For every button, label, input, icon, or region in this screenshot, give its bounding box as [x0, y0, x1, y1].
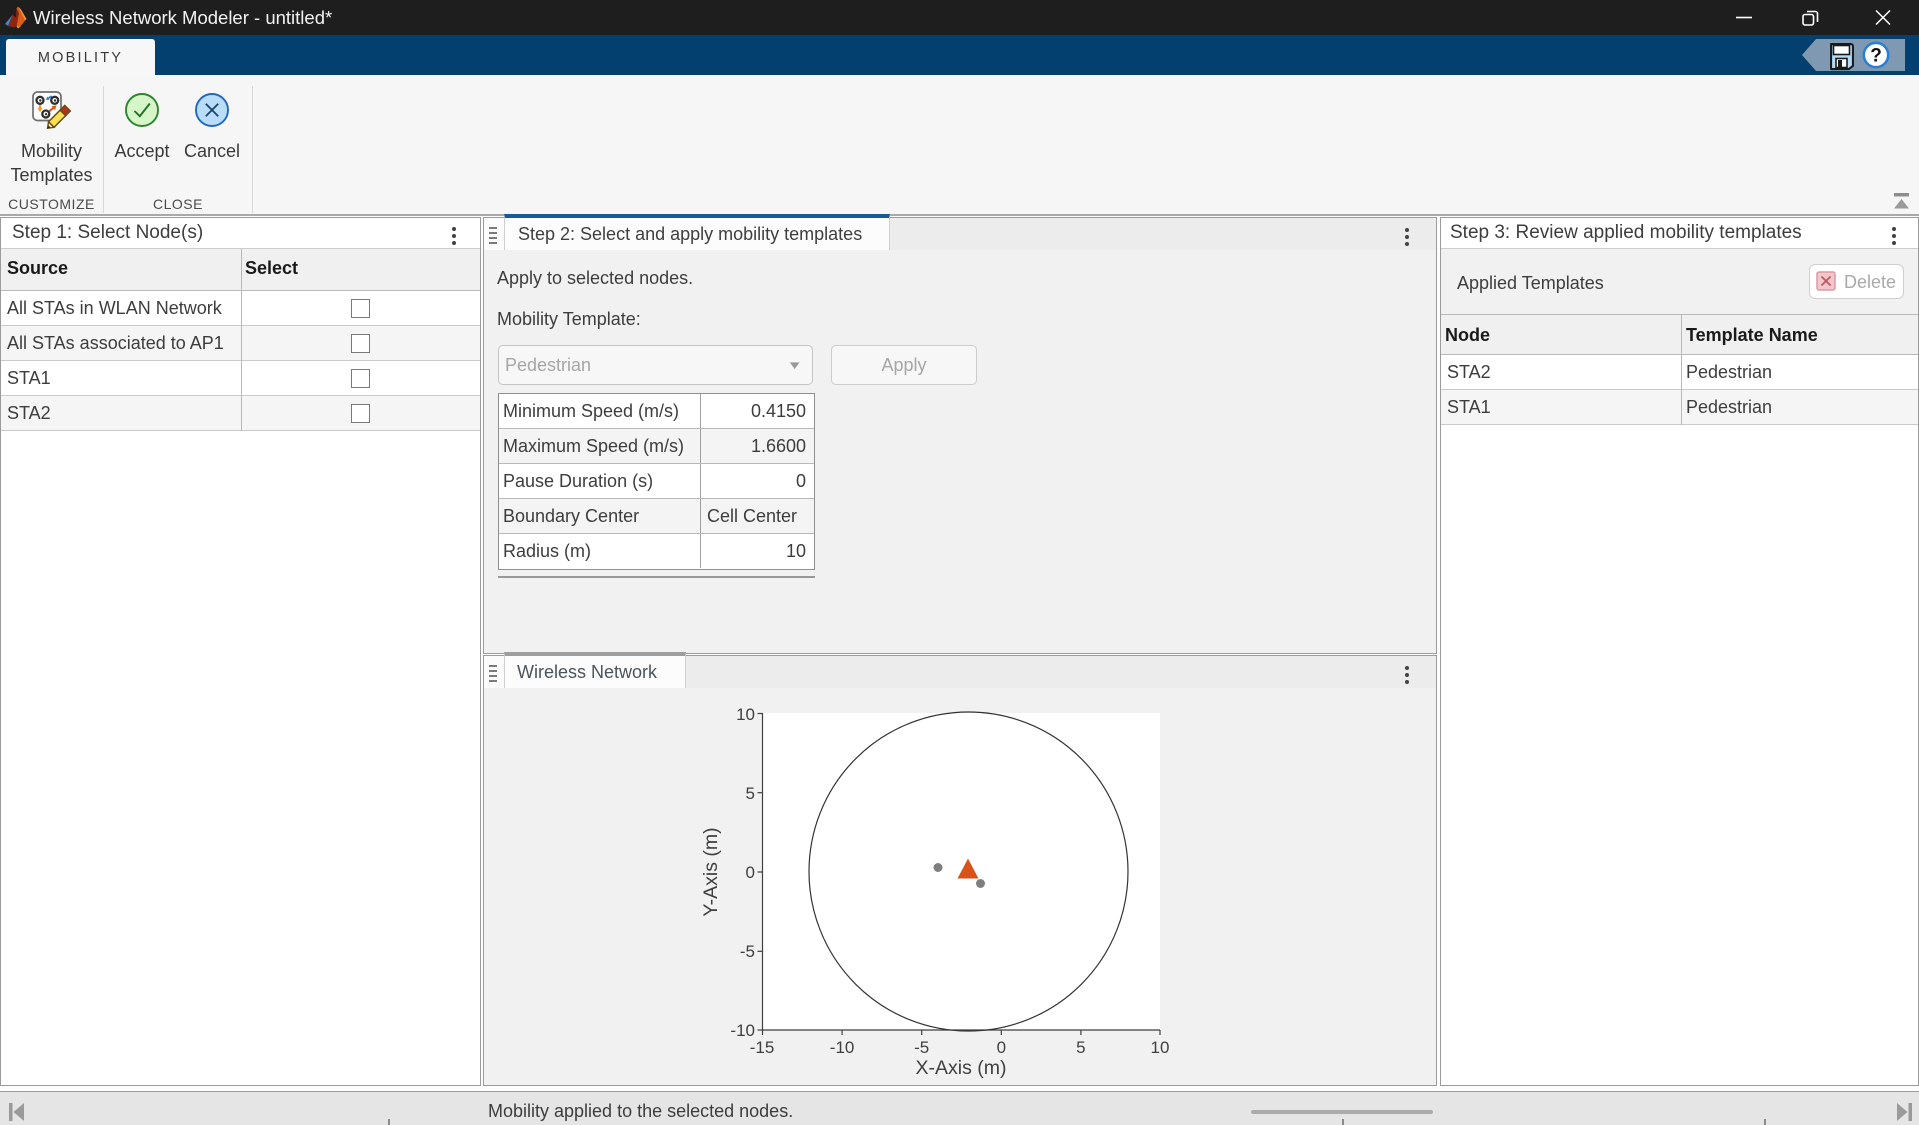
- svg-text:?: ?: [1870, 46, 1882, 67]
- svg-text:-10: -10: [830, 1038, 855, 1057]
- svg-text:-5: -5: [740, 942, 755, 961]
- svg-text:X-Axis (m): X-Axis (m): [916, 1057, 1007, 1079]
- svg-text:-15: -15: [750, 1038, 775, 1057]
- svg-text:5: 5: [746, 784, 755, 803]
- svg-text:-10: -10: [730, 1021, 755, 1040]
- svg-text:10: 10: [1151, 1038, 1170, 1057]
- svg-text:0: 0: [746, 863, 755, 882]
- svg-text:10: 10: [736, 705, 755, 724]
- svg-text:-5: -5: [914, 1038, 929, 1057]
- svg-text:Y-Axis (m): Y-Axis (m): [700, 827, 722, 916]
- svg-text:5: 5: [1076, 1038, 1085, 1057]
- svg-text:0: 0: [997, 1038, 1006, 1057]
